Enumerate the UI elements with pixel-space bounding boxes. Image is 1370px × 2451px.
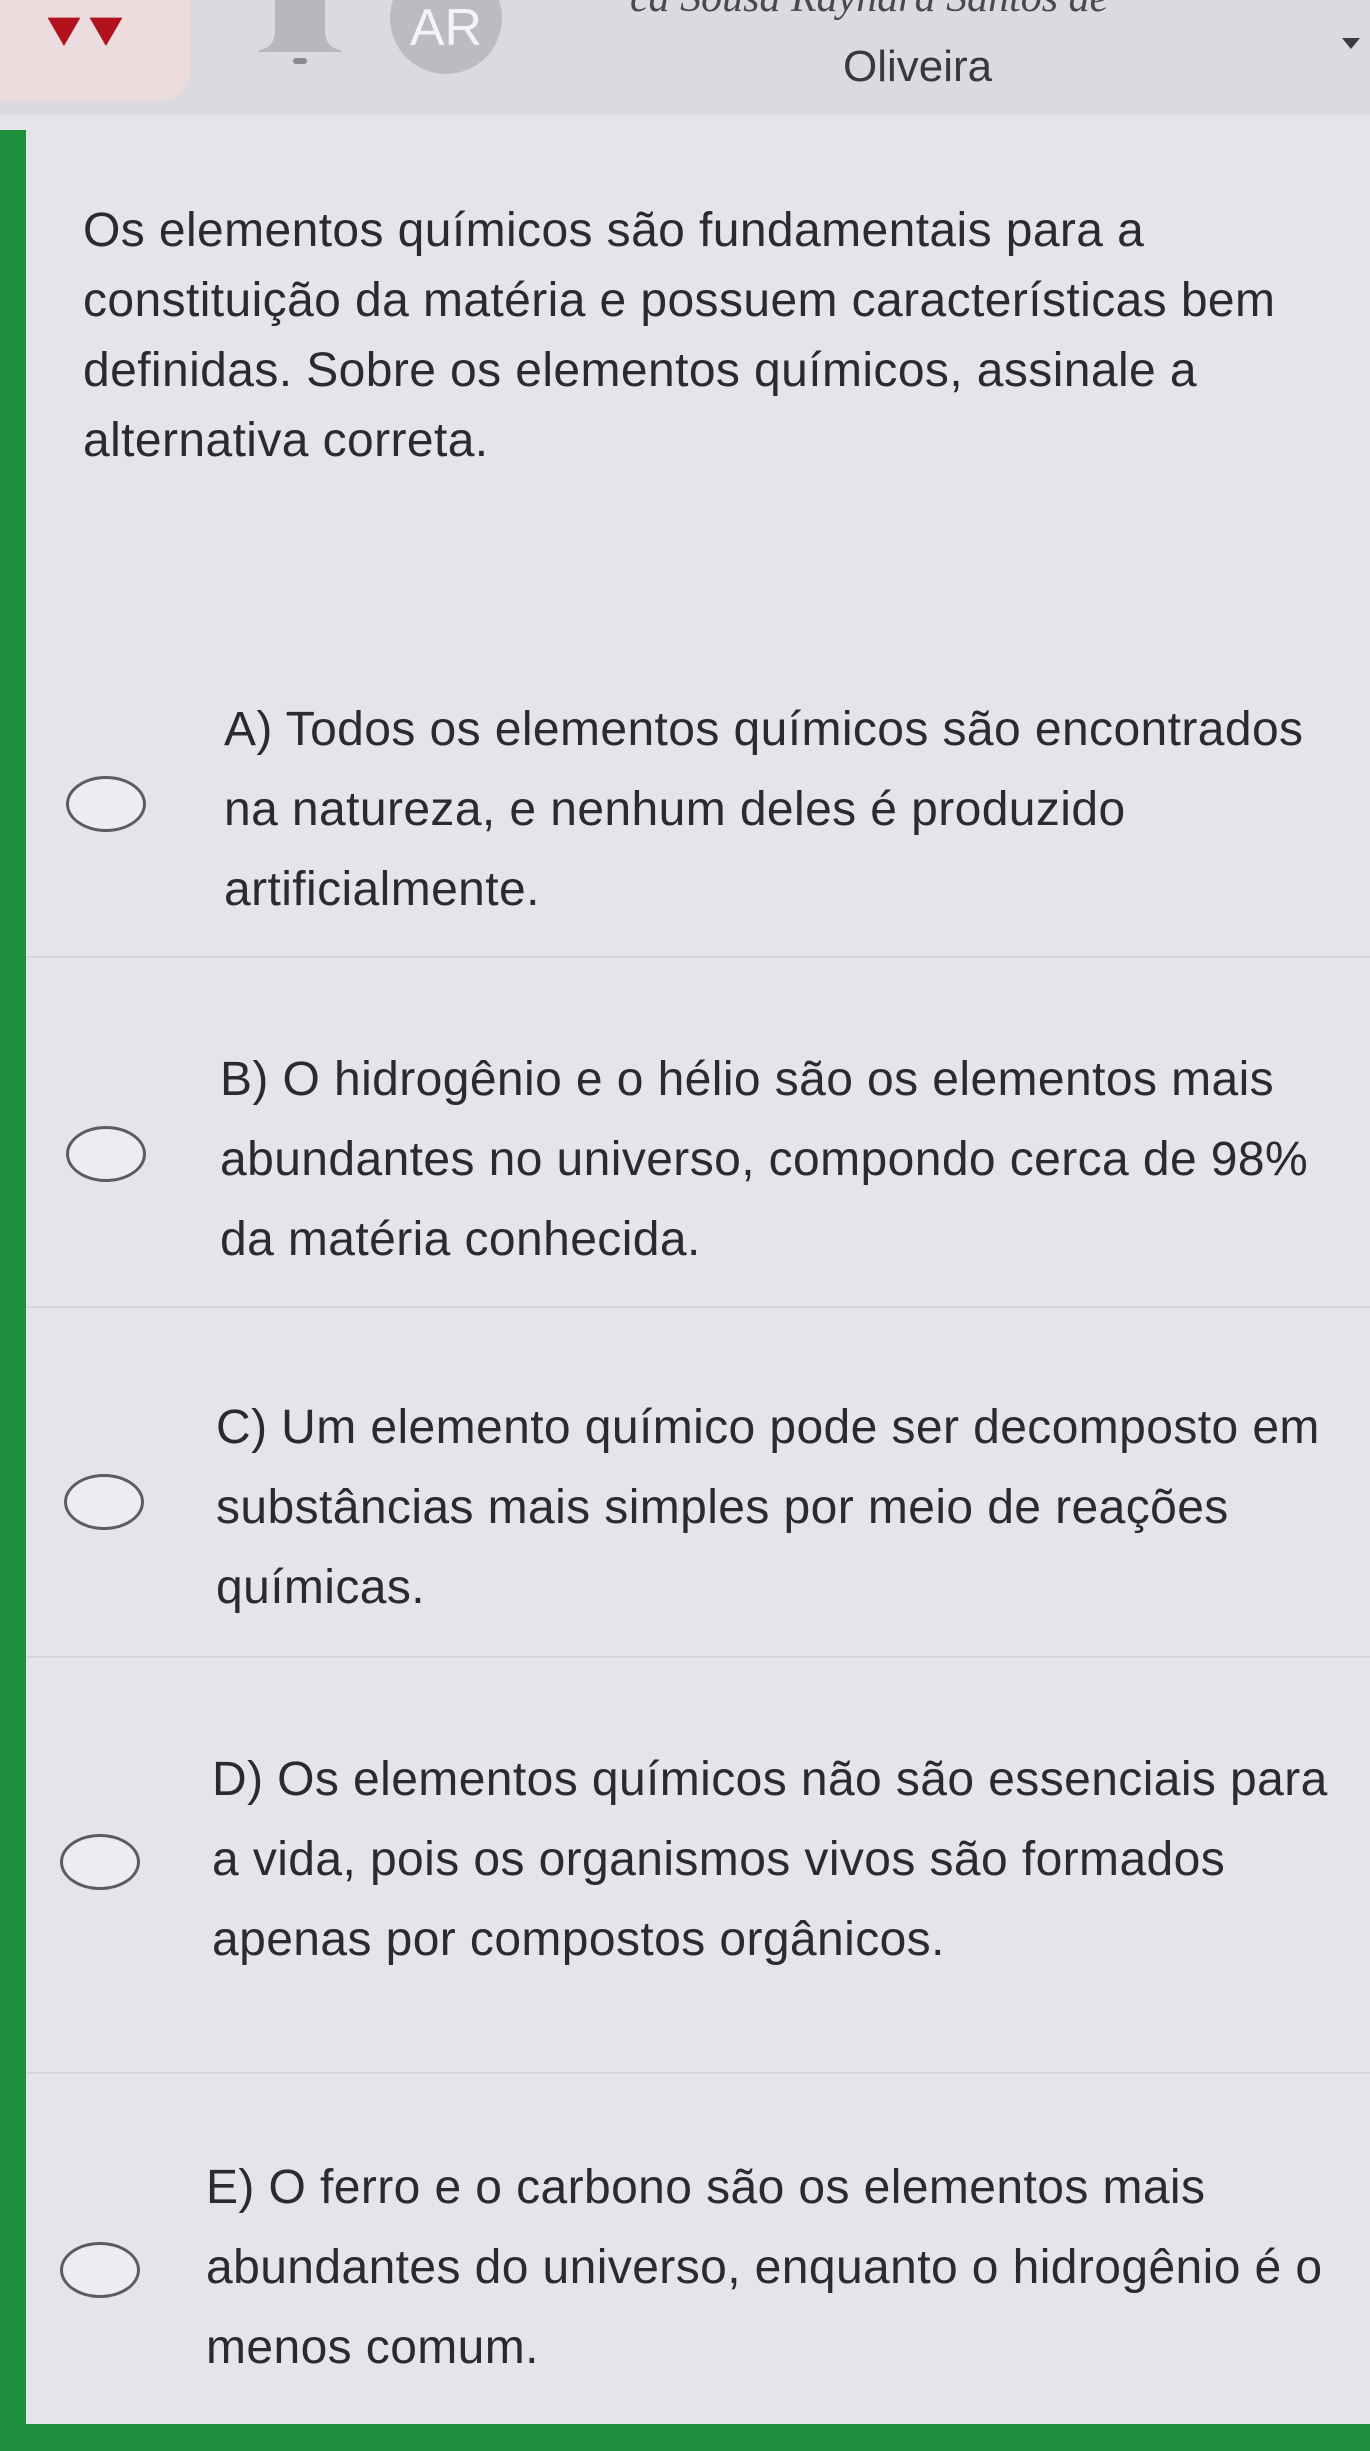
- chevron-down-icon[interactable]: [1342, 38, 1360, 49]
- user-name-partial: ca Sousa Rayhara Santos de: [630, 0, 1108, 22]
- option-b-text: B) O hidrogênio e o hélio são os element…: [220, 1053, 1309, 1266]
- option-d-radio[interactable]: [60, 1834, 140, 1890]
- option-c[interactable]: C) Um elemento químico pode ser decompos…: [26, 1378, 1370, 1658]
- option-e-radio[interactable]: [60, 2242, 140, 2298]
- avatar-initials: AR: [409, 0, 483, 57]
- option-divider: [26, 956, 1370, 958]
- user-name: Oliveira: [843, 42, 993, 91]
- option-b-radio[interactable]: [66, 1126, 146, 1182]
- option-e[interactable]: E) O ferro e o carbono são os elementos …: [26, 2138, 1370, 2418]
- option-a-text: A) Todos os elementos químicos são encon…: [224, 703, 1304, 916]
- avatar[interactable]: AR: [390, 0, 502, 74]
- option-d[interactable]: D) Os elementos químicos não são essenci…: [26, 1730, 1370, 2070]
- option-divider: [26, 1306, 1370, 1308]
- option-c-text: C) Um elemento químico pode ser decompos…: [216, 1401, 1320, 1614]
- bell-icon[interactable]: [245, 0, 355, 70]
- option-divider: [26, 1656, 1370, 1658]
- top-bar: ⯆⯆ AR ca Sousa Rayhara Santos de Oliveir…: [0, 0, 1370, 115]
- option-e-text: E) O ferro e o carbono são os elementos …: [206, 2161, 1323, 2374]
- option-a-radio[interactable]: [66, 776, 146, 832]
- question-text: Os elementos químicos são fundamentais p…: [83, 204, 1276, 467]
- option-divider: [26, 2072, 1370, 2074]
- option-b[interactable]: B) O hidrogênio e o hélio são os element…: [26, 1030, 1370, 1310]
- option-c-radio[interactable]: [64, 1474, 144, 1530]
- accent-stripe: [0, 130, 26, 2451]
- option-d-text: D) Os elementos químicos não são essenci…: [212, 1753, 1328, 1966]
- accent-bottom-bar: [0, 2424, 1370, 2451]
- flag-icon: ⯆⯆: [40, 0, 130, 69]
- option-a[interactable]: A) Todos os elementos químicos são encon…: [26, 680, 1370, 960]
- menu-button[interactable]: ⯆⯆: [0, 0, 190, 100]
